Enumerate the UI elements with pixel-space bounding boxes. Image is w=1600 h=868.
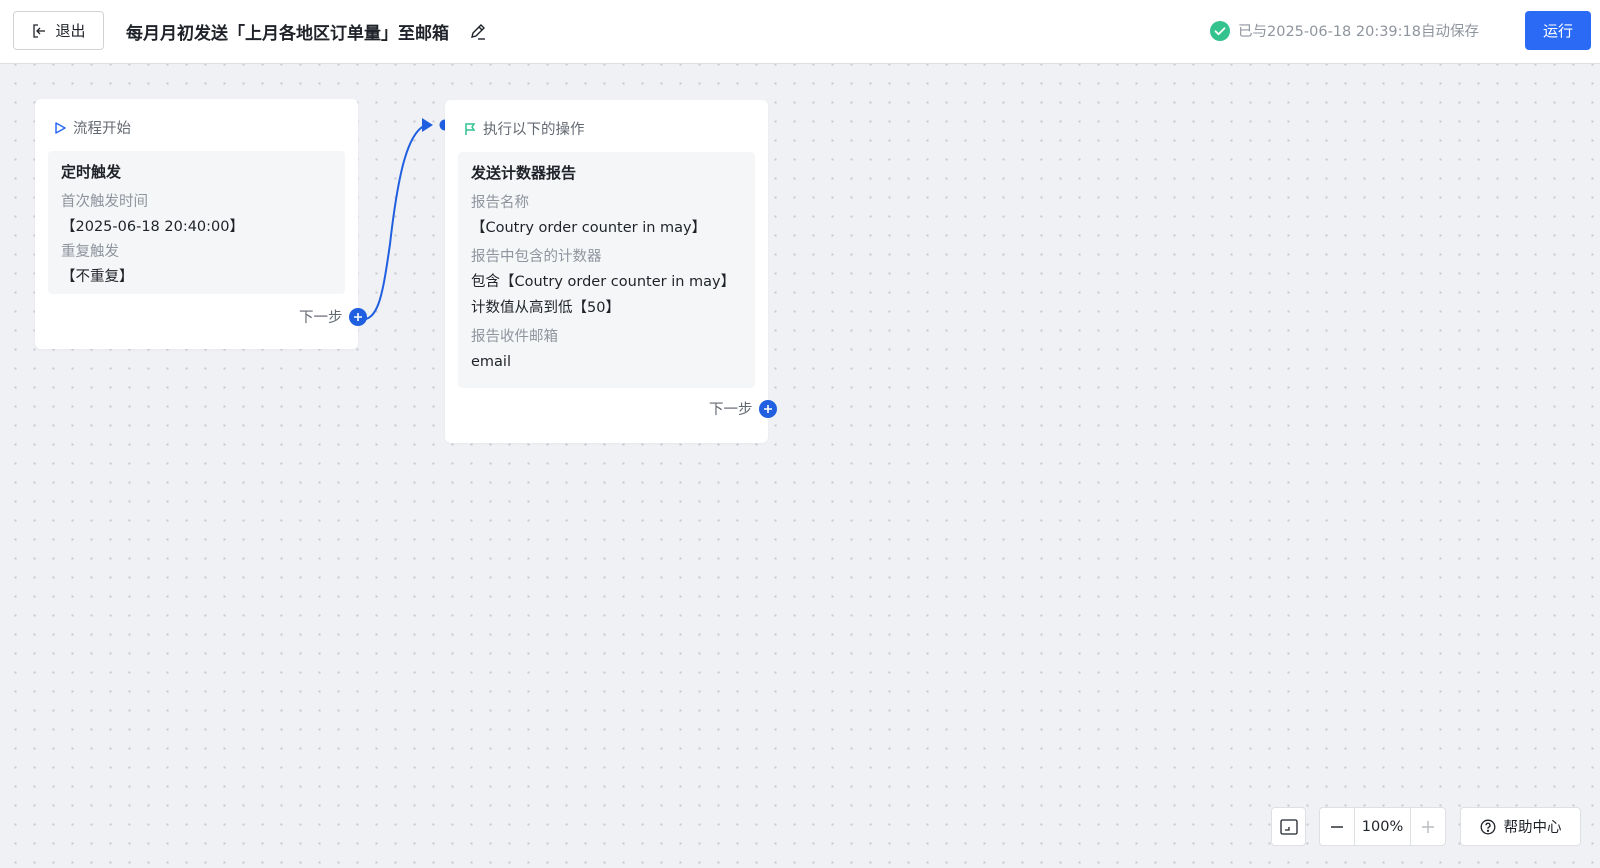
timer-trigger-card[interactable]: 定时触发 首次触发时间 【2025-06-18 20:40:00】 重复触发 【… xyxy=(48,151,345,294)
success-check-icon xyxy=(1210,20,1230,41)
help-icon xyxy=(1480,819,1495,834)
exit-label: 退出 xyxy=(55,22,86,40)
report-name-value: 【Coutry order counter in may】 xyxy=(471,220,707,236)
flag-icon xyxy=(465,122,476,135)
send-report-card[interactable]: 发送计数器报告 报告名称 【Coutry order counter in ma… xyxy=(458,152,755,388)
recipient-email-value: email xyxy=(471,354,511,370)
fit-view-button[interactable] xyxy=(1271,807,1306,846)
recipient-email-label: 报告收件邮箱 xyxy=(471,329,558,345)
zoom-control: 100% xyxy=(1319,807,1446,846)
action-next-step[interactable]: 下一步 xyxy=(709,398,777,419)
action-node-header: 执行以下的操作 xyxy=(463,118,585,139)
report-name-label: 报告名称 xyxy=(471,195,529,211)
fit-view-icon xyxy=(1279,818,1298,835)
action-node-header-label: 执行以下的操作 xyxy=(483,122,585,138)
play-icon xyxy=(55,121,66,134)
send-report-title: 发送计数器报告 xyxy=(471,164,577,182)
zoom-out-button[interactable] xyxy=(1320,808,1354,845)
help-center-button[interactable]: 帮助中心 xyxy=(1460,807,1581,846)
timer-trigger-title: 定时触发 xyxy=(61,163,122,181)
run-button[interactable]: 运行 xyxy=(1525,11,1591,50)
report-counters-value-2: 计数值从高到低【50】 xyxy=(471,300,620,316)
action-next-step-label: 下一步 xyxy=(709,402,753,418)
minus-icon xyxy=(1331,825,1343,828)
help-center-label: 帮助中心 xyxy=(1503,820,1562,836)
save-status: 已与2025-06-18 20:39:18自动保存 xyxy=(1210,20,1479,41)
edit-icon[interactable] xyxy=(468,22,488,42)
start-node-header-label: 流程开始 xyxy=(73,121,131,137)
add-step-icon[interactable] xyxy=(348,307,367,326)
add-step-icon[interactable] xyxy=(758,399,777,418)
start-next-step[interactable]: 下一步 xyxy=(299,306,367,327)
exit-button[interactable]: 退出 xyxy=(13,11,104,50)
start-node-header: 流程开始 xyxy=(53,117,131,138)
first-trigger-label: 首次触发时间 xyxy=(61,194,148,210)
start-next-step-label: 下一步 xyxy=(299,310,343,326)
save-status-text: 已与2025-06-18 20:39:18自动保存 xyxy=(1238,24,1479,40)
flow-canvas[interactable]: 流程开始 定时触发 首次触发时间 【2025-06-18 20:40:00】 重… xyxy=(0,64,1600,868)
repeat-trigger-label: 重复触发 xyxy=(61,244,119,260)
zoom-in-button[interactable] xyxy=(1411,808,1445,845)
zoom-level: 100% xyxy=(1354,808,1411,845)
first-trigger-value: 【2025-06-18 20:40:00】 xyxy=(61,219,244,235)
flow-title: 每月月初发送「上月各地区订单量」至邮箱 xyxy=(126,24,449,44)
plus-icon xyxy=(1422,820,1434,833)
repeat-trigger-value: 【不重复】 xyxy=(61,269,134,285)
start-node[interactable]: 流程开始 定时触发 首次触发时间 【2025-06-18 20:40:00】 重… xyxy=(35,99,367,349)
top-bar: 退出 每月月初发送「上月各地区订单量」至邮箱 已与2025-06-18 20:3… xyxy=(0,0,1600,64)
report-counters-value-1: 包含【Coutry order counter in may】 xyxy=(471,274,736,290)
report-counters-label: 报告中包含的计数器 xyxy=(471,249,602,265)
exit-icon xyxy=(33,23,46,38)
action-node[interactable]: 执行以下的操作 发送计数器报告 报告名称 【Coutry order count… xyxy=(445,100,777,443)
